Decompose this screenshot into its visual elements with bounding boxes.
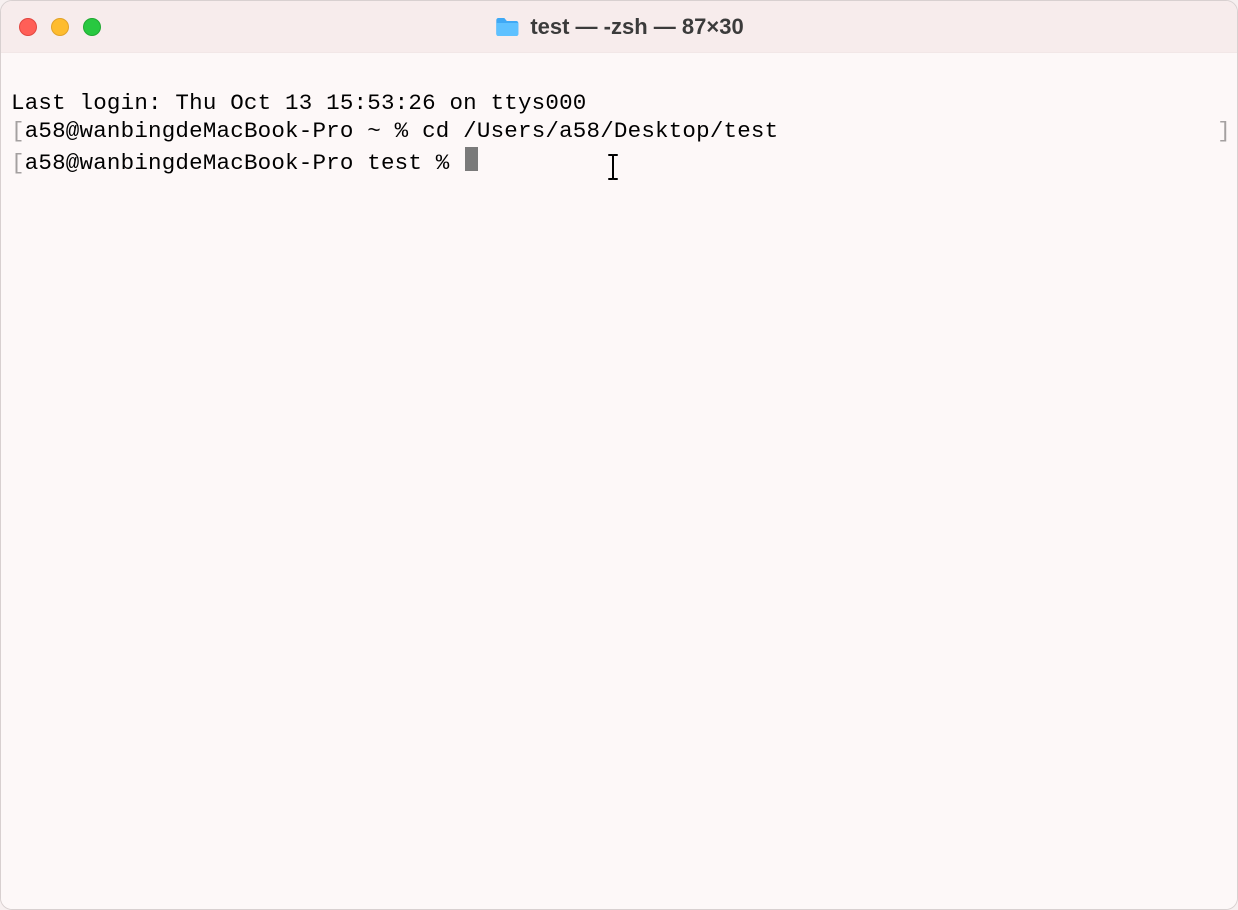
- folder-icon: [494, 16, 520, 38]
- prompt-1: a58@wanbingdeMacBook-Pro ~ %: [25, 117, 422, 145]
- command-line-1: [a58@wanbingdeMacBook-Pro ~ % cd /Users/…: [11, 117, 1227, 145]
- traffic-lights: [19, 18, 101, 36]
- open-bracket-2: [: [11, 149, 25, 177]
- open-bracket: [: [11, 117, 25, 145]
- terminal-body[interactable]: Last login: Thu Oct 13 15:53:26 on ttys0…: [1, 53, 1237, 909]
- maximize-button[interactable]: [83, 18, 101, 36]
- command-line-2: [a58@wanbingdeMacBook-Pro test %: [11, 145, 1227, 177]
- close-bracket: ]: [1217, 117, 1231, 145]
- last-login-line: Last login: Thu Oct 13 15:53:26 on ttys0…: [11, 89, 1227, 117]
- command-cd: cd /Users/a58/Desktop/test: [422, 117, 778, 145]
- window-title: test — -zsh — 87×30: [494, 14, 743, 40]
- minimize-button[interactable]: [51, 18, 69, 36]
- title-bar[interactable]: test — -zsh — 87×30: [1, 1, 1237, 53]
- window-title-text: test — -zsh — 87×30: [530, 14, 743, 40]
- prompt-2: a58@wanbingdeMacBook-Pro test %: [25, 149, 463, 177]
- terminal-cursor: [465, 147, 478, 171]
- close-button[interactable]: [19, 18, 37, 36]
- terminal-window: test — -zsh — 87×30 Last login: Thu Oct …: [0, 0, 1238, 910]
